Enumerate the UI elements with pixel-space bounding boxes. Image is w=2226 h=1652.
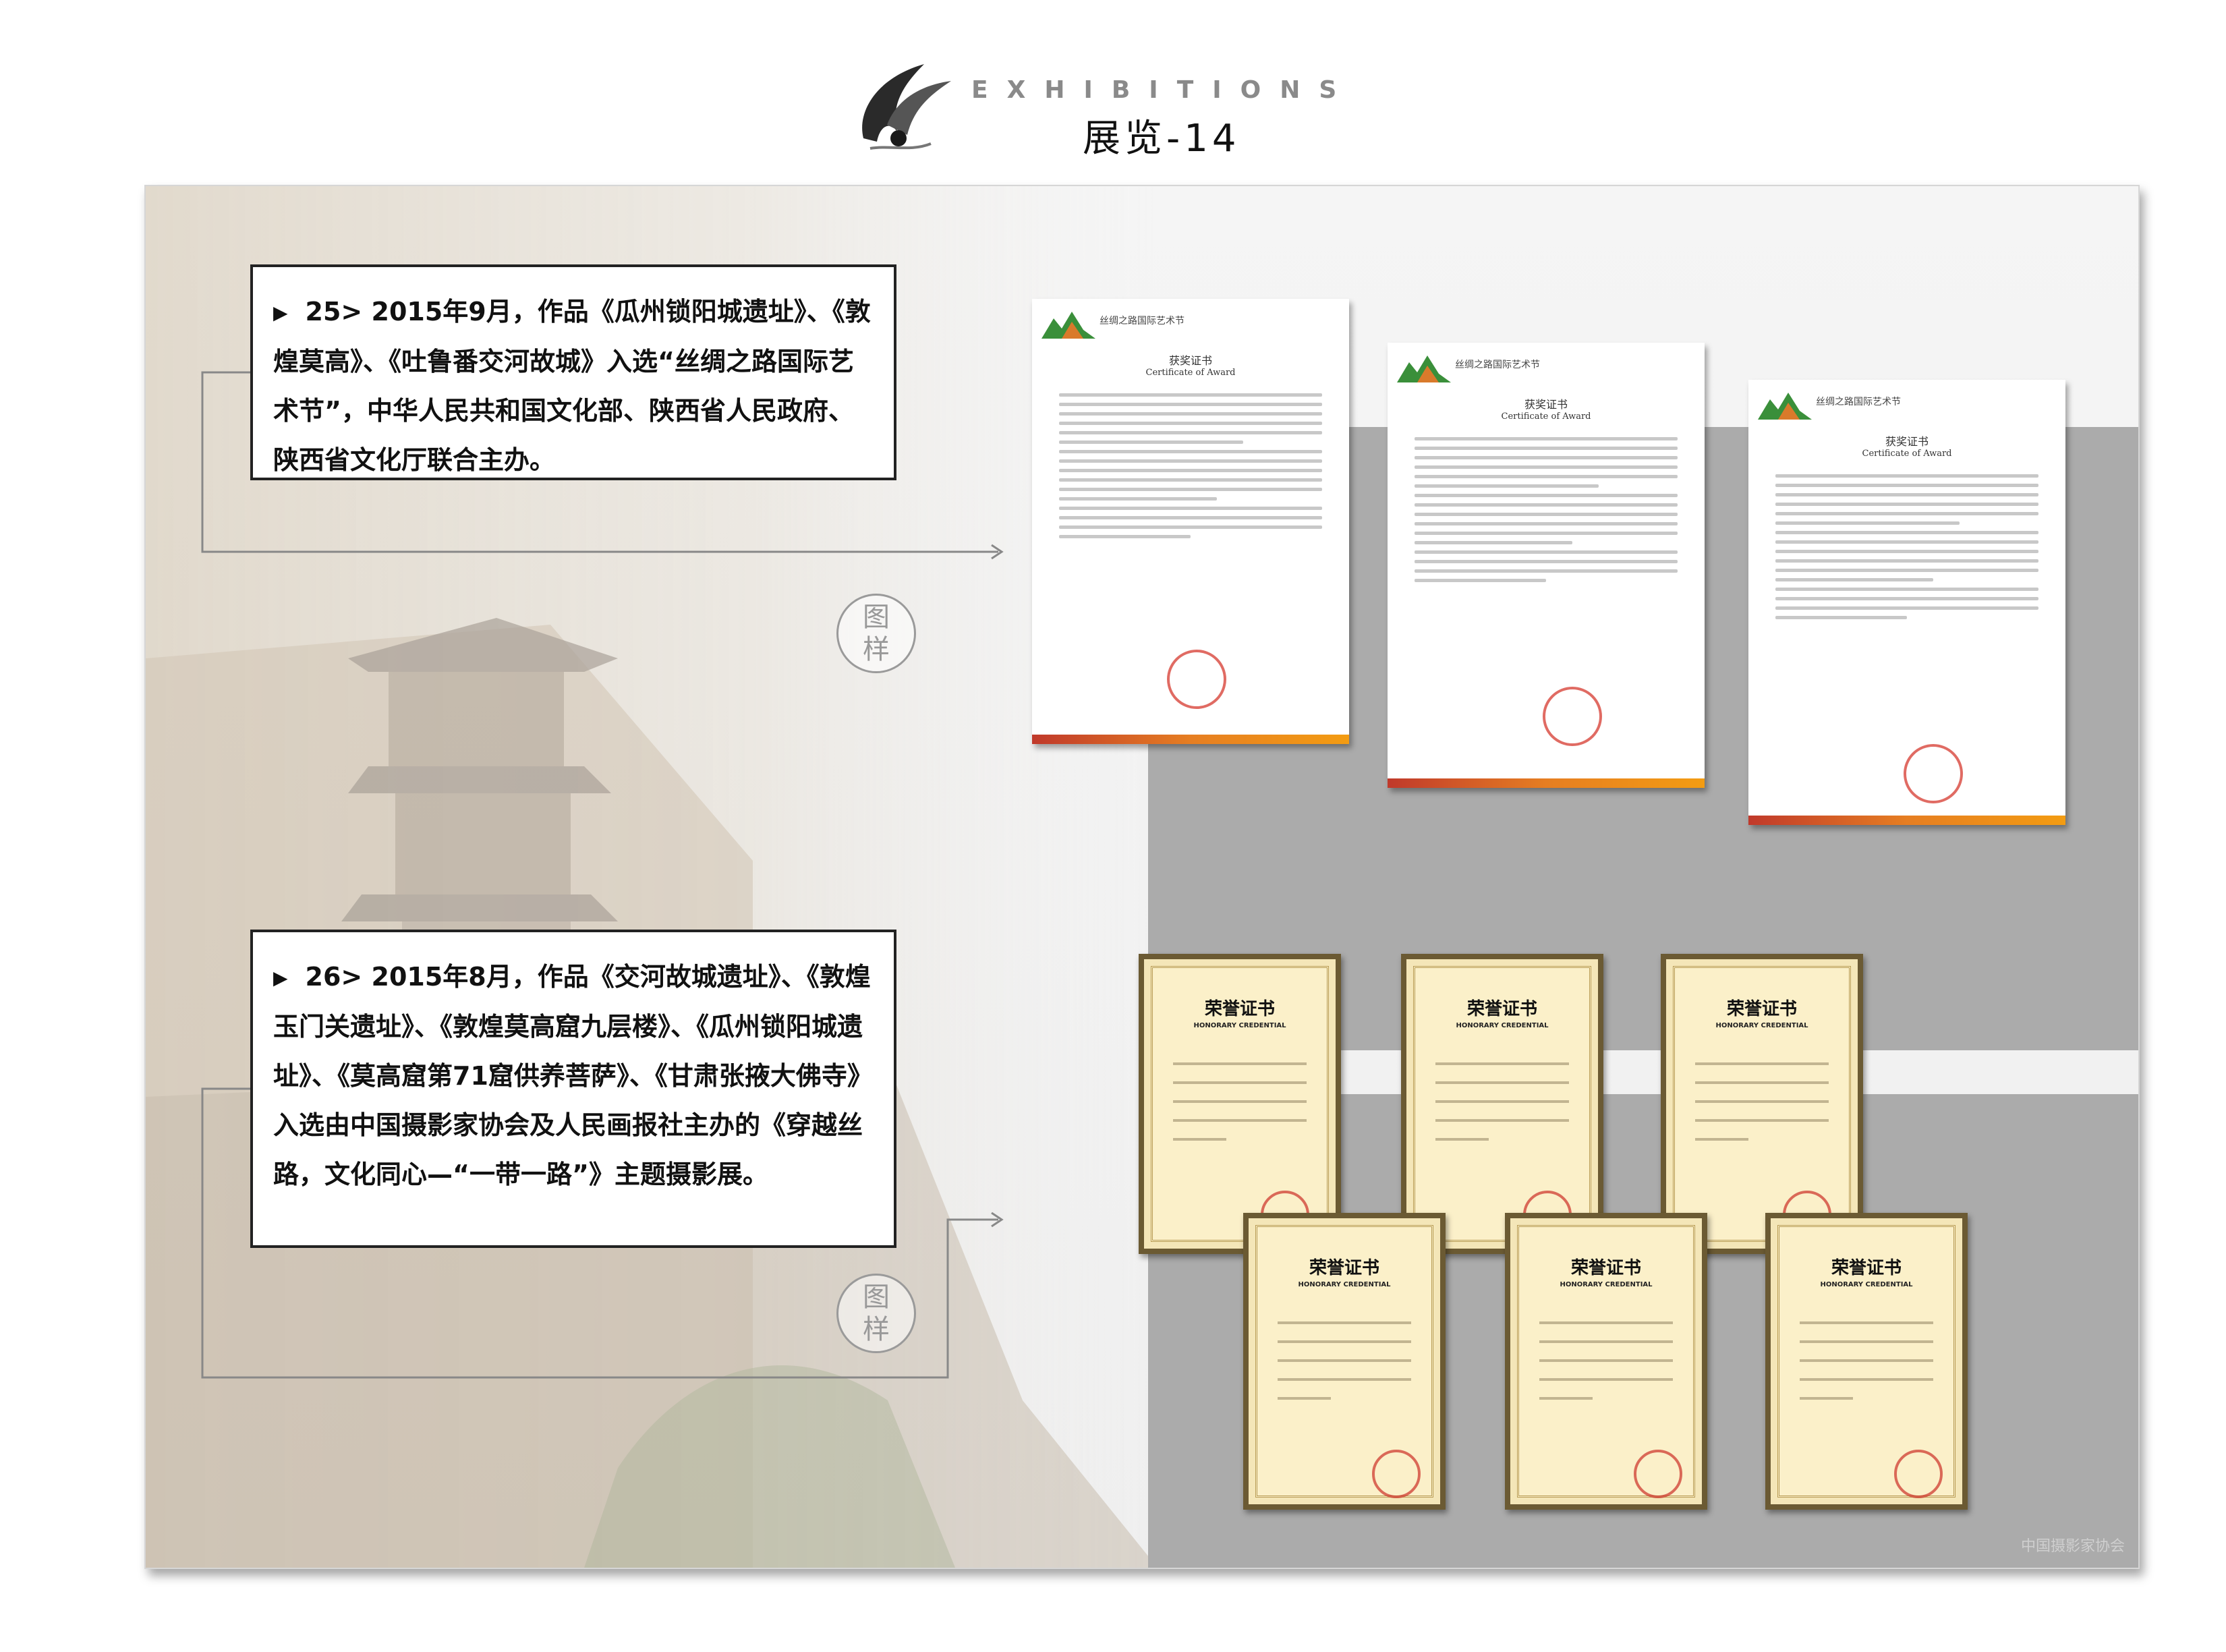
festival-mountain-logo-icon (1041, 312, 1095, 339)
sample-image-badge: 图 样 (836, 1274, 916, 1353)
honorary-certificate: 荣誉证书 HONORARY CREDENTIAL (1765, 1213, 1968, 1510)
honorary-certificate: 荣誉证书 HONORARY CREDENTIAL (1401, 954, 1603, 1254)
bullet-triangle-icon: ▶ (273, 967, 288, 989)
page-title: 展览-14 (1083, 117, 1240, 161)
page-header: EXHIBITIONS 展览-14 (850, 57, 1363, 165)
exhibition-entry-25: ▶ 25> 2015年9月，作品《瓜州锁阳城遗址》、《敦煌莫高》、《吐鲁番交河故城… (250, 264, 896, 480)
red-seal-stamp (1543, 687, 1602, 746)
festival-mountain-logo-icon (1397, 355, 1451, 382)
honorary-certificate: 荣誉证书 HONORARY CREDENTIAL (1661, 954, 1863, 1254)
honorary-certificate: 荣誉证书 HONORARY CREDENTIAL (1505, 1213, 1707, 1510)
sample-image-badge: 图 样 (836, 594, 916, 673)
red-seal-stamp (1904, 744, 1963, 803)
flying-apsara-logo-icon (862, 64, 951, 150)
honorary-certificate: 荣誉证书 HONORARY CREDENTIAL (1243, 1213, 1446, 1510)
red-seal-stamp (1167, 650, 1226, 709)
award-certificate: 丝绸之路国际艺术节 获奖证书 Certificate of Award (1748, 380, 2065, 825)
red-seal-stamp (1634, 1450, 1682, 1498)
exhibition-entry-26: ▶ 26> 2015年8月，作品《交河故城遗址》、《敦煌玉门关遗址》、《敦煌莫高窟… (250, 930, 896, 1248)
red-seal-stamp (1894, 1450, 1943, 1498)
festival-mountain-logo-icon (1758, 393, 1812, 420)
bullet-triangle-icon: ▶ (273, 302, 288, 324)
award-certificate: 丝绸之路国际艺术节 获奖证书 Certificate of Award (1032, 299, 1349, 744)
award-certificate: 丝绸之路国际艺术节 获奖证书 Certificate of Award (1388, 343, 1705, 788)
honorary-certificate: 荣誉证书 HONORARY CREDENTIAL (1139, 954, 1341, 1254)
watermark-logo: 中国摄影家协会 (2020, 1538, 2125, 1555)
entry-text: 25> 2015年9月，作品《瓜州锁阳城遗址》、《敦煌莫高》、《吐鲁番交河故城》… (273, 297, 871, 475)
entry-text: 26> 2015年8月，作品《交河故城遗址》、《敦煌玉门关遗址》、《敦煌莫高窟九… (273, 962, 873, 1189)
header-kicker: EXHIBITIONS (971, 76, 1356, 104)
red-seal-stamp (1372, 1450, 1421, 1498)
